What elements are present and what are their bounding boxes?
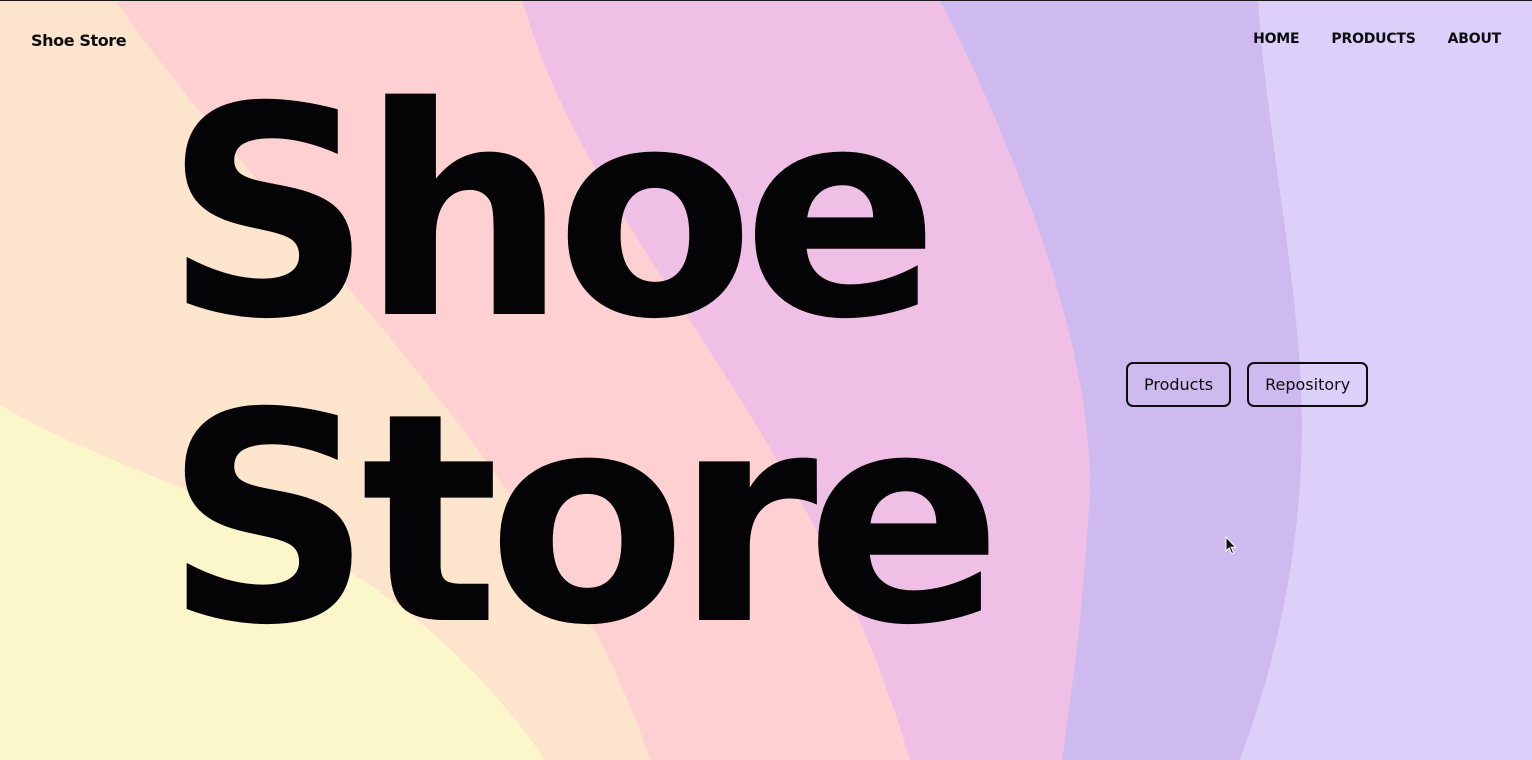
repository-button[interactable]: Repository: [1247, 362, 1369, 407]
nav-products-link[interactable]: PRODUCTS: [1331, 31, 1415, 47]
hero-title-line-2: Store: [164, 352, 1002, 689]
mouse-pointer-icon: [1225, 536, 1237, 555]
hero-title-line-1: Shoe: [164, 46, 939, 383]
products-button[interactable]: Products: [1126, 362, 1232, 407]
nav-about-link[interactable]: ABOUT: [1448, 31, 1502, 47]
main-nav: HOME PRODUCTS ABOUT: [1253, 31, 1501, 47]
hero-actions: Products Repository: [1126, 362, 1369, 407]
top-border: [0, 0, 1532, 1]
brand-logo[interactable]: Shoe Store: [31, 31, 127, 50]
hero-title: Shoe Store: [164, 46, 1002, 689]
nav-home-link[interactable]: HOME: [1253, 31, 1300, 47]
